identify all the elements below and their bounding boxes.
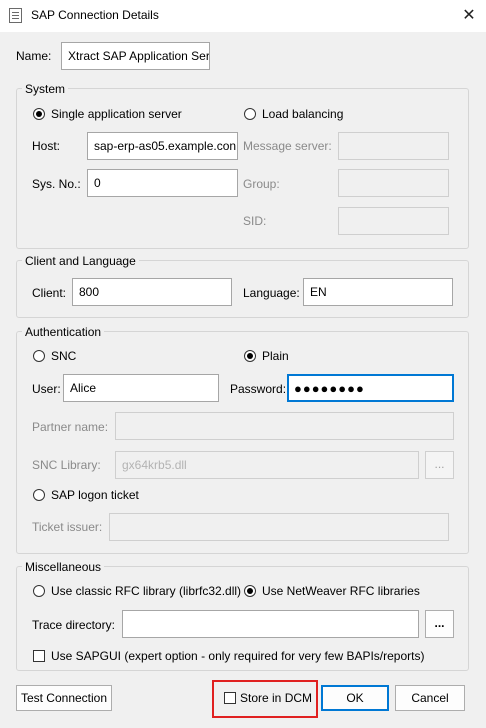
trace-directory-field[interactable] <box>122 610 419 638</box>
client-label: Client: <box>32 286 67 300</box>
sid-label: SID: <box>243 214 267 228</box>
group-field[interactable] <box>338 169 449 197</box>
partner-name-field[interactable] <box>115 412 454 440</box>
plain-radio[interactable] <box>244 350 256 362</box>
ticket-issuer-label: Ticket issuer: <box>32 520 103 534</box>
ok-button[interactable]: OK <box>321 685 389 711</box>
snc-library-label: SNC Library: <box>32 458 101 472</box>
trace-directory-label: Trace directory: <box>32 618 115 632</box>
language-label: Language: <box>243 286 300 300</box>
plain-label: Plain <box>262 349 289 363</box>
partner-name-label: Partner name: <box>32 420 109 434</box>
group-label: Group: <box>243 177 280 191</box>
language-field[interactable]: EN <box>303 278 453 306</box>
snc-library-field[interactable]: gx64krb5.dll <box>115 451 419 479</box>
window-title: SAP Connection Details <box>31 8 159 22</box>
client-field[interactable]: 800 <box>72 278 232 306</box>
sap-logon-ticket-label: SAP logon ticket <box>51 488 139 502</box>
authentication-legend: Authentication <box>22 325 105 339</box>
load-balancing-radio[interactable] <box>244 108 256 120</box>
host-label: Host: <box>32 139 61 153</box>
cancel-button[interactable]: Cancel <box>395 685 465 711</box>
message-server-field[interactable] <box>338 132 449 160</box>
user-field[interactable]: Alice <box>63 374 219 402</box>
snc-label: SNC <box>51 349 77 363</box>
sid-field[interactable] <box>338 207 449 235</box>
window-icon <box>9 8 22 23</box>
ticket-issuer-field[interactable] <box>109 513 449 541</box>
message-server-label: Message server: <box>243 139 332 153</box>
store-in-dcm-checkbox[interactable] <box>224 692 236 704</box>
netweaver-rfc-label: Use NetWeaver RFC libraries <box>262 584 420 598</box>
password-field[interactable]: ●●●●●●●● <box>287 374 454 402</box>
close-icon[interactable]: ✕ <box>456 3 482 29</box>
client-language-legend: Client and Language <box>22 254 139 268</box>
trace-directory-browse-button[interactable]: ... <box>425 610 454 638</box>
load-balancing-label: Load balancing <box>262 107 344 121</box>
user-label: User: <box>32 382 61 396</box>
sysno-field[interactable]: 0 <box>87 169 238 197</box>
test-connection-button[interactable]: Test Connection <box>16 685 112 711</box>
sysno-label: Sys. No.: <box>32 177 81 191</box>
system-legend: System <box>22 82 69 96</box>
classic-rfc-label: Use classic RFC library (librfc32.dll) <box>51 584 242 598</box>
single-server-label: Single application server <box>51 107 182 121</box>
use-sapgui-label: Use SAPGUI (expert option - only require… <box>51 649 425 663</box>
use-sapgui-checkbox[interactable] <box>33 650 45 662</box>
snc-library-browse-button[interactable]: ... <box>425 451 454 479</box>
sap-logon-ticket-radio[interactable] <box>33 489 45 501</box>
name-field[interactable]: Xtract SAP Application Ser <box>61 42 210 70</box>
store-in-dcm-label: Store in DCM <box>240 691 313 705</box>
miscellaneous-legend: Miscellaneous <box>22 560 105 574</box>
host-field[interactable]: sap-erp-as05.example.con <box>87 132 238 160</box>
classic-rfc-radio[interactable] <box>33 585 45 597</box>
password-label: Password: <box>230 382 287 396</box>
single-server-radio[interactable] <box>33 108 45 120</box>
snc-radio[interactable] <box>33 350 45 362</box>
netweaver-rfc-radio[interactable] <box>244 585 256 597</box>
name-label: Name: <box>16 49 52 63</box>
